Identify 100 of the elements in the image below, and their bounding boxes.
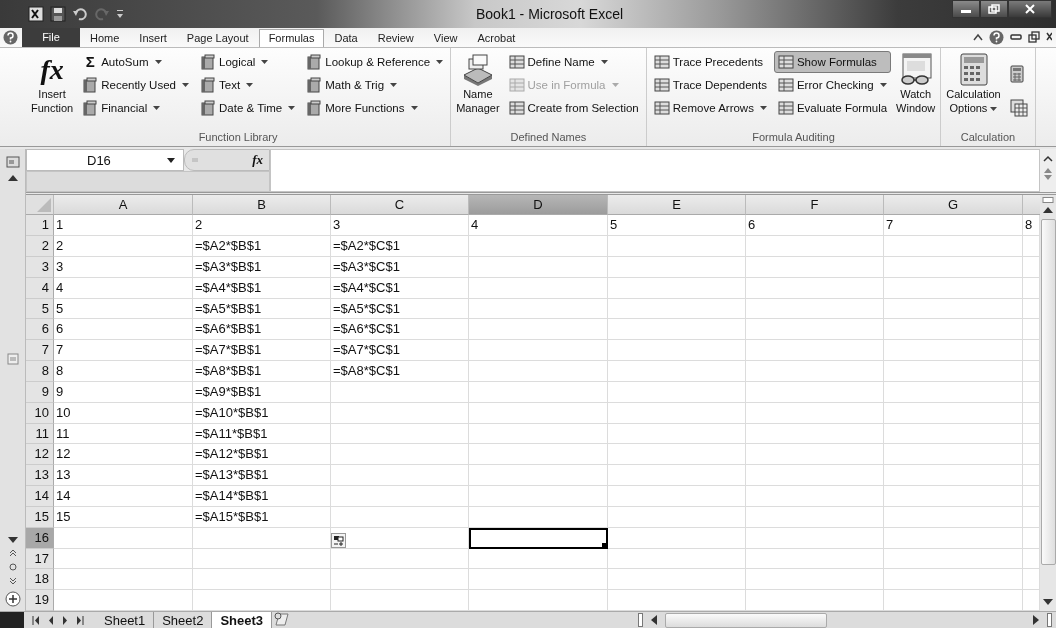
active-cell[interactable] (469, 527, 608, 549)
ribbon-large-button[interactable]: Watch Window (894, 50, 938, 132)
collapse-ribbon-icon[interactable] (973, 33, 983, 42)
row-header[interactable]: 17 (26, 548, 54, 570)
name-box[interactable]: D16 (26, 149, 184, 172)
column-header[interactable]: A (54, 195, 193, 216)
customize-caret-icon[interactable] (116, 7, 124, 20)
glasses-window-icon (898, 52, 933, 87)
scroll-up-icon[interactable] (1043, 207, 1053, 214)
ribbon-button[interactable]: Date & Time (196, 96, 300, 119)
scroll-left-icon[interactable] (651, 615, 657, 625)
row-header[interactable]: 4 (26, 277, 54, 299)
column-header[interactable]: B (193, 195, 331, 216)
ribbon-large-button[interactable]: fx Insert Function (29, 50, 76, 132)
row-header[interactable]: 7 (26, 340, 54, 362)
first-sheet-icon[interactable] (32, 615, 40, 625)
minimize-button[interactable] (952, 0, 980, 18)
next-sheet-icon[interactable] (62, 615, 68, 625)
row-header[interactable]: 5 (26, 298, 54, 320)
ribbon-button[interactable]: Math & Trig (302, 73, 448, 96)
ribbon-tab[interactable]: Review (367, 28, 424, 47)
row-header[interactable]: 19 (26, 590, 54, 611)
table-cell: 7 (54, 340, 193, 362)
ribbon-button[interactable]: Text (196, 73, 300, 96)
ribbon-button[interactable]: Financial (78, 96, 193, 119)
circle-icon[interactable] (8, 563, 17, 571)
split-handle-icon[interactable] (638, 613, 643, 627)
ribbon-button[interactable]: Trace Dependents (649, 73, 771, 96)
scroll-thumb[interactable] (665, 612, 827, 628)
row-header[interactable]: 15 (26, 506, 54, 528)
last-sheet-icon[interactable] (76, 615, 84, 625)
restore-button[interactable] (980, 0, 1008, 18)
ribbon-large-button[interactable]: Calculation Options (944, 50, 1003, 132)
ribbon-button[interactable]: Show Formulas (773, 50, 892, 73)
calculate-button[interactable] (1007, 97, 1030, 120)
row-header[interactable]: 10 (26, 402, 54, 424)
ribbon-button[interactable]: Σ AutoSum (78, 50, 193, 73)
row-header[interactable]: 18 (26, 569, 54, 591)
help-icon[interactable] (3, 29, 18, 45)
row-header[interactable]: 2 (26, 236, 54, 257)
row-header[interactable]: 13 (26, 465, 54, 487)
ribbon-button[interactable]: Evaluate Formula (773, 96, 892, 119)
table-cell: =$A4*$B$1 (193, 277, 331, 299)
ribbon-tab[interactable]: Insert (129, 28, 177, 47)
row-header[interactable]: 12 (26, 444, 54, 466)
row-header[interactable]: 3 (26, 256, 54, 278)
sheet-tab[interactable]: Sheet3 (212, 612, 273, 628)
plus-icon[interactable] (4, 591, 21, 607)
scroll-thumb[interactable] (1040, 219, 1056, 565)
column-header[interactable]: D (469, 195, 608, 216)
scroll-down-icon[interactable] (1043, 599, 1053, 605)
ribbon-button[interactable]: Logical (196, 50, 300, 73)
undo-icon[interactable] (72, 5, 88, 22)
ribbon-tab[interactable]: Page Layout (176, 28, 259, 47)
ribbon-button[interactable]: Remove Arrows (649, 96, 771, 119)
up-arrow-icon[interactable] (7, 175, 18, 182)
column-header[interactable]: G (884, 195, 1023, 216)
row-header[interactable]: 6 (26, 319, 54, 341)
new-sheet-icon[interactable] (272, 612, 291, 626)
previous-page-icon[interactable] (8, 549, 17, 557)
formula-field[interactable] (270, 149, 1040, 193)
ribbon-tab[interactable]: Data (324, 28, 368, 47)
column-header[interactable]: C (331, 195, 469, 216)
column-header[interactable]: F (746, 195, 884, 216)
ribbon-button[interactable]: Error Checking (773, 73, 892, 96)
column-header[interactable]: E (608, 195, 746, 216)
row-header[interactable]: 16 (26, 527, 54, 549)
split-handle-icon[interactable] (1042, 197, 1054, 204)
scroll-right-icon[interactable] (1033, 615, 1039, 625)
ribbon-button[interactable]: Trace Precedents (649, 50, 771, 73)
restore-icon[interactable] (1028, 31, 1040, 44)
down-arrow-icon[interactable] (7, 537, 18, 543)
close-button[interactable] (1008, 0, 1052, 18)
split-handle-icon[interactable] (1047, 613, 1052, 627)
ribbon-button[interactable]: Create from Selection (504, 96, 643, 119)
collapse-icon[interactable] (1043, 155, 1053, 164)
row-header[interactable]: 14 (26, 486, 54, 507)
save-icon[interactable] (50, 5, 66, 22)
restore-icon (988, 4, 1000, 14)
row-header[interactable]: 1 (26, 215, 54, 237)
previous-sheet-icon[interactable] (48, 615, 54, 625)
row-header[interactable]: 8 (26, 361, 54, 382)
spreadsheet-icon[interactable] (28, 5, 44, 22)
ribbon-button[interactable]: Define Name (504, 50, 643, 73)
close-icon[interactable] (1046, 32, 1052, 43)
ribbon-large-button[interactable]: Name Manager (454, 50, 502, 132)
ribbon-button[interactable]: Recently Used (78, 73, 193, 96)
ribbon-tab[interactable]: View (423, 28, 468, 47)
minimize-icon[interactable] (1010, 33, 1022, 42)
ribbon-tab[interactable]: Home (80, 28, 130, 47)
ribbon-tab[interactable]: Acrobat (467, 28, 526, 47)
paste-options-icon[interactable] (331, 533, 346, 549)
ribbon-button[interactable]: Lookup & Reference (302, 50, 448, 73)
insert-function-button[interactable]: fx (252, 152, 263, 169)
help-icon[interactable] (989, 29, 1004, 45)
ribbon-button[interactable]: More Functions (302, 96, 448, 119)
row-header[interactable]: 9 (26, 381, 54, 403)
next-page-icon[interactable] (8, 577, 17, 585)
ribbon-tab[interactable]: Formulas (258, 28, 325, 47)
row-header[interactable]: 11 (26, 423, 54, 445)
